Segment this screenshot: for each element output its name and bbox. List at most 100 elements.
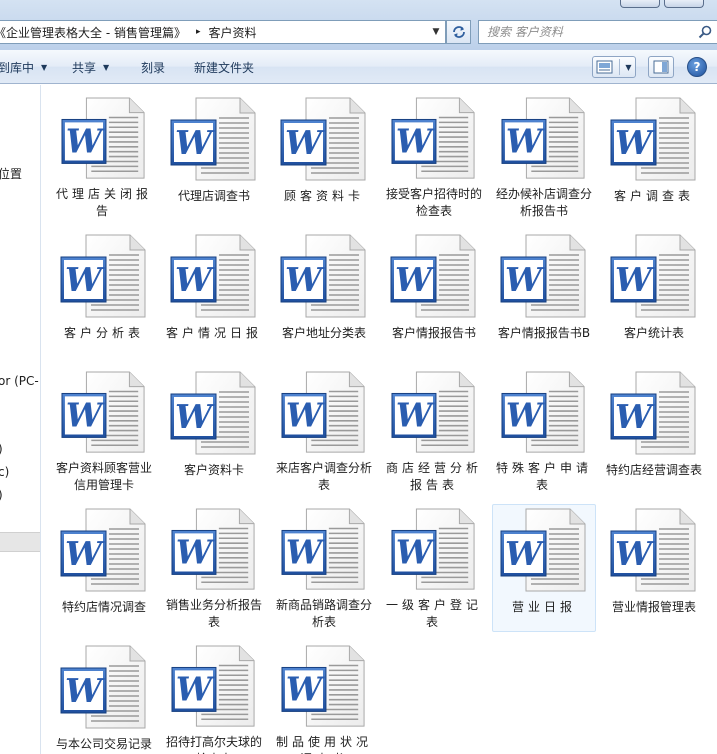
file-name-label: 代理店调查书 xyxy=(177,189,250,203)
file-name-label: 特约店情况调查 xyxy=(61,600,146,614)
file-name-label: 特殊客户申请表 xyxy=(496,461,593,492)
preview-pane-button[interactable] xyxy=(648,56,674,78)
file-item[interactable]: W 客户资料顾客营业信用管理卡 xyxy=(52,367,156,495)
breadcrumb-separator-icon[interactable]: ▸ xyxy=(196,27,201,37)
word-letter: W xyxy=(176,534,215,572)
file-item[interactable]: W 制品使用状况调查书 xyxy=(272,641,376,754)
word-document-icon: W xyxy=(280,234,366,318)
file-item[interactable]: W 营业日报 xyxy=(492,504,596,632)
file-name-label: 客户情况日报 xyxy=(166,326,263,340)
file-item[interactable]: W 商店经营分析报告表 xyxy=(382,367,486,495)
word-document-icon: W xyxy=(501,97,585,179)
word-document-icon: W xyxy=(391,97,475,179)
word-document-icon: W xyxy=(281,508,365,590)
word-document-icon: W xyxy=(170,97,256,181)
refresh-button[interactable] xyxy=(446,20,471,44)
new-folder-label: 新建文件夹 xyxy=(194,61,255,75)
file-item[interactable]: W 新商品销路调查分析表 xyxy=(272,504,376,632)
burn-label: 刻录 xyxy=(141,61,166,75)
nav-item[interactable]: or (PC- xyxy=(0,374,39,388)
file-item[interactable]: W 客户情况日报 xyxy=(162,230,266,358)
file-item[interactable]: W 代理店调查书 xyxy=(162,93,266,221)
word-document-icon: W xyxy=(61,371,145,453)
word-letter: W xyxy=(615,534,655,573)
word-letter: W xyxy=(65,260,105,299)
file-item[interactable]: W 客户资料卡 xyxy=(162,367,266,495)
breadcrumb-current[interactable]: 客户资料 xyxy=(209,24,257,41)
file-item[interactable]: W 销售业务分析报告表 xyxy=(162,504,266,632)
word-letter: W xyxy=(506,397,545,435)
window-header: 《企业管理表格大全 - 销售管理篇》 ▸ 客户资料 ▼ xyxy=(0,0,717,50)
help-button[interactable]: ? xyxy=(687,57,707,77)
nav-item-selected[interactable] xyxy=(0,532,40,552)
word-letter: W xyxy=(176,671,215,709)
nav-item[interactable]: ) xyxy=(0,442,3,456)
breadcrumb-parent[interactable]: 《企业管理表格大全 - 销售管理篇》 xyxy=(0,24,186,41)
address-bar[interactable]: 《企业管理表格大全 - 销售管理篇》 ▸ 客户资料 ▼ xyxy=(0,20,446,44)
chevron-down-icon[interactable]: ▼ xyxy=(427,21,445,43)
file-item[interactable]: W 特约店情况调查 xyxy=(52,504,156,632)
file-item[interactable]: W 接受客户招待时的检查表 xyxy=(382,93,486,221)
word-document-icon: W xyxy=(60,645,146,729)
word-letter: W xyxy=(286,671,325,709)
word-letter: W xyxy=(615,123,655,162)
file-item[interactable]: W 与本公司交易记录 xyxy=(52,641,156,754)
word-letter: W xyxy=(396,397,435,435)
file-item[interactable]: W 特殊客户申请表 xyxy=(492,367,596,495)
word-letter: W xyxy=(615,260,655,299)
nav-item[interactable]: ) xyxy=(0,488,3,502)
change-view-button[interactable]: ▼ xyxy=(592,56,636,78)
file-item[interactable]: W 招待打高尔夫球的检查表 xyxy=(162,641,266,754)
file-name-label: 顾客资料卡 xyxy=(283,189,364,203)
file-name-label: 客户资料顾客营业信用管理卡 xyxy=(56,461,153,492)
file-item[interactable]: W 特约店经营调查表 xyxy=(602,367,706,495)
chevron-down-icon: ▼ xyxy=(625,62,632,72)
word-letter: W xyxy=(175,260,215,299)
refresh-icon xyxy=(452,26,465,38)
file-item[interactable]: W 客户分析表 xyxy=(52,230,156,358)
nav-item[interactable]: c) xyxy=(0,465,9,479)
word-letter: W xyxy=(615,397,655,436)
minimize-button[interactable] xyxy=(620,0,660,8)
word-document-icon: W xyxy=(391,508,475,590)
nav-item[interactable]: 位置 xyxy=(0,165,22,182)
word-document-icon: W xyxy=(281,371,365,453)
file-item[interactable]: W 营业情报管理表 xyxy=(602,504,706,632)
command-toolbar: 到库中 ▼ 共享 ▼ 刻录 新建文件夹 ▼ ? xyxy=(0,50,717,84)
maximize-button[interactable] xyxy=(664,0,704,8)
file-item[interactable]: W 一级客户登记表 xyxy=(382,504,486,632)
file-item[interactable]: W 经办候补店调查分析报告书 xyxy=(492,93,596,221)
file-name-label: 来店客户调查分析表 xyxy=(276,461,373,492)
file-item[interactable]: W 顾客资料卡 xyxy=(272,93,376,221)
file-item[interactable]: W 客户统计表 xyxy=(602,230,706,358)
word-document-icon: W xyxy=(610,234,696,318)
word-letter: W xyxy=(66,397,105,435)
file-item[interactable]: W 客户调查表 xyxy=(602,93,706,221)
file-item[interactable]: W 来店客户调查分析表 xyxy=(272,367,376,495)
search-input[interactable] xyxy=(487,25,687,39)
file-item[interactable]: W 客户情报报告书B xyxy=(492,230,596,358)
file-item[interactable]: W 客户地址分类表 xyxy=(272,230,376,358)
search-box[interactable] xyxy=(478,20,717,44)
search-icon[interactable] xyxy=(698,25,712,39)
file-name-label: 新商品销路调查分析表 xyxy=(276,598,373,629)
word-document-icon: W xyxy=(171,645,255,727)
include-in-library-button[interactable]: 到库中 ▼ xyxy=(0,59,47,76)
file-list-view[interactable]: W 代理店关闭报告 W 代理店调查书 W 顾客资料卡 W 接受客户招待时的检查表… xyxy=(42,85,717,754)
word-letter: W xyxy=(506,123,545,161)
share-button[interactable]: 共享 ▼ xyxy=(72,59,109,76)
new-folder-button[interactable]: 新建文件夹 xyxy=(194,59,254,76)
word-document-icon: W xyxy=(500,234,586,318)
file-item[interactable]: W 代理店关闭报告 xyxy=(52,93,156,221)
burn-button[interactable]: 刻录 xyxy=(141,59,165,76)
chevron-down-icon: ▼ xyxy=(103,63,110,72)
word-document-icon: W xyxy=(170,234,256,318)
word-letter: W xyxy=(175,123,215,162)
share-label: 共享 xyxy=(72,61,97,75)
word-letter: W xyxy=(286,397,325,435)
file-item[interactable]: W 客户情报报告书 xyxy=(382,230,486,358)
word-document-icon: W xyxy=(61,97,145,179)
chevron-down-icon: ▼ xyxy=(41,63,48,72)
word-letter: W xyxy=(505,260,545,299)
word-document-icon: W xyxy=(60,508,146,592)
